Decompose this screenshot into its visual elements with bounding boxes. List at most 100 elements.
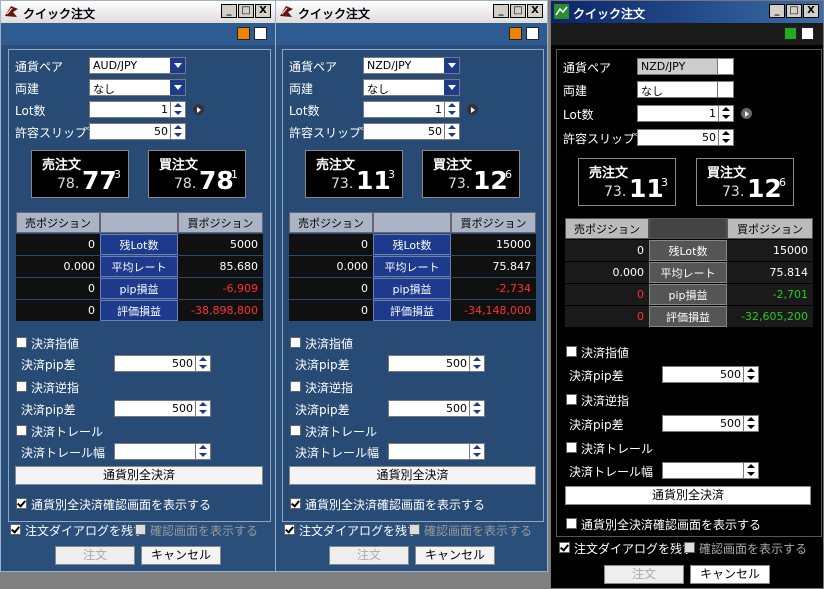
spin-icon[interactable] [743, 367, 758, 382]
confirm-all-checkbox[interactable] [16, 498, 27, 509]
spin-icon[interactable] [195, 356, 210, 371]
spin-icon[interactable] [743, 463, 758, 478]
pair-select[interactable]: NZD/JPY [637, 58, 734, 75]
keep-dialog-checkbox[interactable] [10, 524, 21, 535]
stop-checkbox[interactable] [16, 381, 27, 392]
cancel-button[interactable]: キャンセル [415, 546, 495, 565]
chevron-down-icon[interactable] [444, 58, 459, 73]
play-icon[interactable] [467, 104, 478, 115]
limit-pip-stepper[interactable]: 500 [388, 355, 485, 372]
resize-icon[interactable] [801, 27, 814, 40]
chevron-down-icon[interactable] [170, 58, 185, 73]
all-settle-button[interactable]: 通貨別全決済 [289, 466, 536, 485]
chevron-down-icon[interactable] [717, 82, 733, 97]
lot-stepper[interactable]: 1 [363, 101, 460, 118]
trail-checkbox[interactable] [16, 425, 27, 436]
sell-order-button[interactable]: 売注文 73. 11 3 [305, 150, 403, 198]
keep-dialog-checkbox[interactable] [559, 542, 570, 553]
stop-checkbox[interactable] [290, 381, 301, 392]
spin-icon[interactable] [718, 130, 733, 145]
spin-icon[interactable] [469, 444, 484, 459]
buy-order-button[interactable]: 買注文 78. 78 1 [148, 150, 246, 198]
sell-order-button[interactable]: 売注文 78. 77 3 [31, 150, 129, 198]
spin-icon[interactable] [718, 106, 733, 121]
maximize-button[interactable]: □ [510, 4, 526, 18]
buy-order-button[interactable]: 買注文 73. 12 6 [422, 150, 520, 198]
minimize-button[interactable]: _ [769, 4, 785, 18]
trail-width-stepper[interactable] [114, 443, 211, 460]
show-confirm-checkbox[interactable] [135, 524, 146, 535]
minimize-button[interactable]: _ [221, 4, 237, 18]
title-bar[interactable]: クイック注文 _ □ X [1, 1, 275, 23]
slip-stepper[interactable]: 50 [363, 123, 460, 140]
resize-icon[interactable] [526, 27, 539, 40]
pair-select[interactable]: NZD/JPY [363, 57, 460, 74]
stop-pip-stepper[interactable]: 500 [114, 400, 211, 417]
trail-width-stepper[interactable] [388, 443, 485, 460]
minimize-button[interactable]: _ [493, 4, 509, 18]
lot-stepper[interactable]: 1 [89, 101, 186, 118]
close-button[interactable]: X [255, 4, 271, 18]
show-confirm-checkbox[interactable] [409, 524, 420, 535]
both-select[interactable]: なし [637, 81, 734, 98]
play-icon[interactable] [193, 104, 204, 115]
title-bar[interactable]: クイック注文 _ □ X [276, 1, 547, 23]
keep-dialog-checkbox[interactable] [284, 524, 295, 535]
stop-pip-stepper[interactable]: 500 [662, 415, 759, 432]
play-icon[interactable] [741, 108, 752, 119]
spin-icon[interactable] [170, 124, 185, 139]
order-button[interactable]: 注文 [604, 565, 684, 584]
trail-checkbox[interactable] [566, 442, 577, 453]
chart-icon[interactable] [509, 27, 522, 40]
limit-checkbox[interactable] [16, 337, 27, 348]
maximize-button[interactable]: □ [238, 4, 254, 18]
lot-label: Lot数 [15, 104, 46, 118]
maximize-button[interactable]: □ [786, 4, 802, 18]
resize-icon[interactable] [254, 27, 267, 40]
stop-checkbox[interactable] [566, 394, 577, 405]
order-button[interactable]: 注文 [55, 546, 135, 565]
sell-order-button[interactable]: 売注文 73. 11 3 [578, 158, 676, 206]
limit-pip-stepper[interactable]: 500 [662, 366, 759, 383]
chevron-down-icon[interactable] [444, 80, 459, 95]
stop-pip-stepper[interactable]: 500 [388, 400, 485, 417]
confirm-all-checkbox[interactable] [290, 498, 301, 509]
spin-icon[interactable] [170, 102, 185, 117]
spin-icon[interactable] [743, 416, 758, 431]
chart-icon[interactable] [784, 27, 797, 40]
cancel-button[interactable]: キャンセル [141, 546, 221, 565]
title-bar[interactable]: クイック注文 _ □ X [551, 1, 823, 23]
chart-icon[interactable] [237, 27, 250, 40]
buy-order-label: 買注文 [159, 158, 199, 173]
both-select[interactable]: なし [363, 79, 460, 96]
lot-stepper[interactable]: 1 [637, 105, 734, 122]
confirm-all-checkbox[interactable] [566, 518, 577, 529]
spin-icon[interactable] [195, 401, 210, 416]
chevron-down-icon[interactable] [717, 59, 733, 74]
cancel-button[interactable]: キャンセル [690, 565, 770, 584]
spin-icon[interactable] [469, 356, 484, 371]
all-settle-button[interactable]: 通貨別全決済 [15, 466, 263, 485]
spin-icon[interactable] [444, 102, 459, 117]
all-settle-button[interactable]: 通貨別全決済 [565, 486, 811, 505]
pair-select[interactable]: AUD/JPY [89, 57, 186, 74]
both-select[interactable]: なし [89, 79, 186, 96]
buy-order-button[interactable]: 買注文 73. 12 6 [696, 158, 794, 206]
order-panel: 通貨ペア AUD/JPY 両建 なし Lot数 1 許容スリップ゜ 50 売注文… [8, 49, 271, 522]
slip-stepper[interactable]: 50 [637, 129, 734, 146]
close-button[interactable]: X [803, 4, 819, 18]
spin-icon[interactable] [195, 444, 210, 459]
close-button[interactable]: X [527, 4, 543, 18]
order-button[interactable]: 注文 [329, 546, 409, 565]
slip-label: 許容スリップ゜ [563, 132, 648, 146]
spin-icon[interactable] [444, 124, 459, 139]
limit-pip-stepper[interactable]: 500 [114, 355, 211, 372]
limit-checkbox[interactable] [566, 346, 577, 357]
limit-checkbox[interactable] [290, 337, 301, 348]
spin-icon[interactable] [469, 401, 484, 416]
trail-checkbox[interactable] [290, 425, 301, 436]
chevron-down-icon[interactable] [170, 80, 185, 95]
trail-width-stepper[interactable] [662, 462, 759, 479]
show-confirm-checkbox[interactable] [684, 542, 695, 553]
slip-stepper[interactable]: 50 [89, 123, 186, 140]
